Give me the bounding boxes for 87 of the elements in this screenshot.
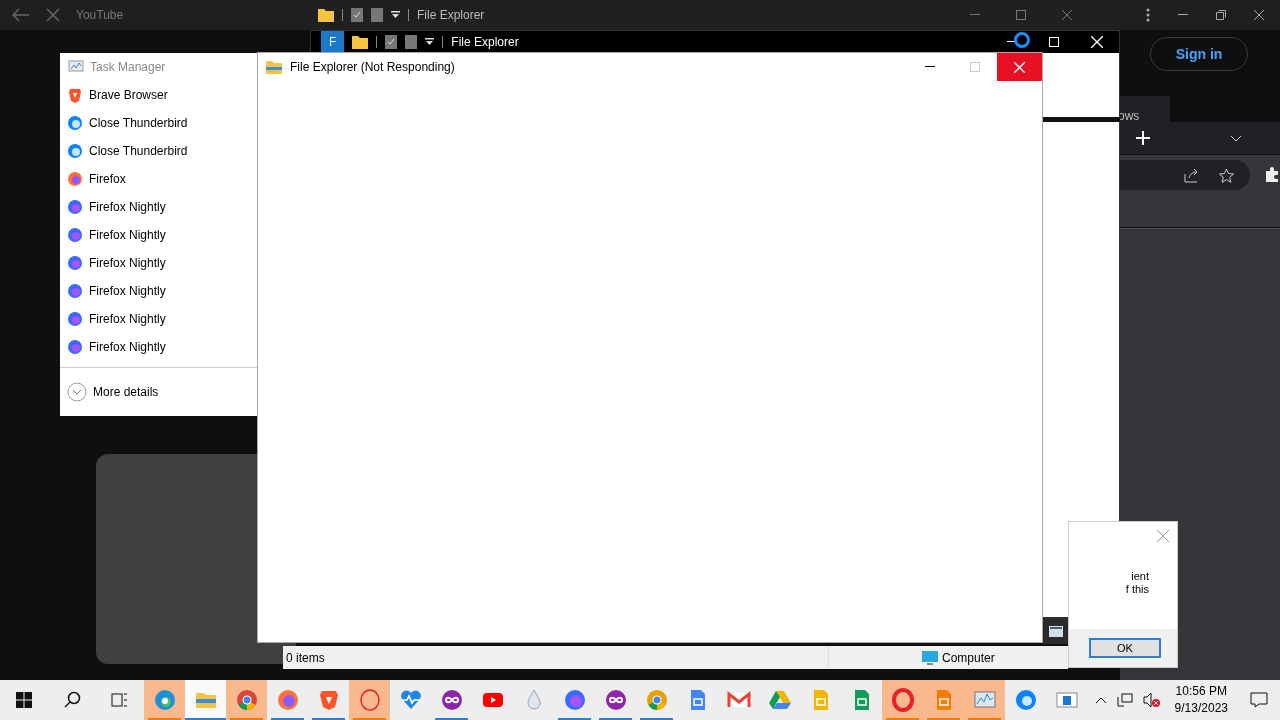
app-icon — [67, 283, 83, 299]
checkbox-icon — [385, 35, 398, 49]
chart-icon — [68, 60, 84, 74]
dropdown-icon — [425, 38, 435, 46]
ribbon-tab[interactable]: F — [321, 31, 345, 53]
dropdown-icon — [391, 11, 400, 19]
more-details-button[interactable]: More details — [67, 382, 159, 402]
tab-title: YouTube — [76, 7, 124, 23]
minimize-icon[interactable] — [1178, 14, 1188, 16]
app-icon — [152, 688, 177, 712]
separator-icon — [408, 9, 409, 21]
network-icon[interactable] — [1116, 693, 1133, 707]
windows-icon — [16, 692, 32, 708]
jump-list-item[interactable]: Firefox Nightly — [60, 221, 257, 249]
app-icon — [67, 115, 83, 131]
restore-icon[interactable] — [1216, 10, 1226, 20]
taskbar-app[interactable] — [349, 680, 390, 720]
close-icon — [1014, 61, 1025, 73]
taskbar-app[interactable] — [882, 680, 923, 720]
app-icon — [67, 255, 83, 271]
browser-icon — [562, 688, 587, 712]
page-icon — [405, 35, 418, 49]
close-button[interactable] — [997, 53, 1042, 81]
page-icon — [371, 8, 383, 22]
jump-list-item[interactable]: Firefox Nightly — [60, 333, 257, 361]
checkbox-icon — [351, 8, 363, 22]
minimize-icon[interactable] — [1007, 41, 1017, 43]
folder-icon — [266, 60, 282, 74]
infinity-icon — [603, 688, 628, 712]
notification-icon[interactable] — [1250, 692, 1268, 708]
jump-list-item[interactable]: Firefox — [60, 165, 257, 193]
muted-speaker-icon[interactable] — [1142, 692, 1161, 708]
browser-icon — [644, 688, 669, 712]
search-icon — [63, 691, 81, 709]
app-icon — [1013, 688, 1038, 712]
task-view-icon — [111, 692, 129, 708]
shield-icon — [67, 87, 83, 103]
app-icon — [67, 227, 83, 243]
chevron-down-icon[interactable] — [1230, 134, 1242, 142]
jump-list-item[interactable]: Firefox Nightly — [60, 277, 257, 305]
app-icon — [67, 339, 83, 355]
minimize-icon — [924, 66, 935, 68]
browser-icon — [275, 688, 300, 712]
separator-icon — [376, 36, 378, 48]
app-icon — [67, 311, 83, 327]
busy-cursor-icon — [1013, 31, 1031, 49]
taskbar-app[interactable] — [185, 680, 226, 720]
jump-list-item[interactable]: Close Thunderbird — [60, 137, 257, 165]
puzzle-icon[interactable] — [1264, 166, 1280, 182]
app-icon — [67, 199, 83, 215]
folder-icon — [318, 8, 334, 22]
dialog-text: ient — [1131, 570, 1149, 583]
infinity-icon — [439, 688, 464, 712]
thumbnail-icon — [1048, 625, 1063, 637]
ring-icon — [357, 688, 382, 712]
jump-list-header: Task Manager — [90, 59, 166, 75]
jump-list-item[interactable]: Firefox Nightly — [60, 305, 257, 333]
browser-icon — [234, 688, 259, 712]
maximize-icon — [969, 62, 980, 72]
folder-icon — [352, 35, 369, 49]
window-title: File Explorer — [417, 7, 485, 23]
window-title: File Explorer (Not Responding) — [290, 59, 455, 75]
share-icon[interactable] — [1184, 167, 1199, 183]
jump-list-item[interactable]: Close Thunderbird — [60, 109, 257, 137]
more-icon[interactable] — [1146, 8, 1150, 22]
jump-list-item[interactable]: Firefox Nightly — [60, 193, 257, 221]
dialog-text: f this — [1125, 583, 1149, 596]
triangle-icon — [767, 688, 792, 712]
clock[interactable]: 10:56 PM 9/13/2023 — [1170, 683, 1232, 717]
app-icon — [67, 171, 83, 187]
new-tab-icon[interactable] — [1136, 131, 1150, 145]
window-title: File Explorer — [451, 34, 519, 50]
jump-list-item[interactable]: Brave Browser — [60, 81, 257, 109]
app-icon — [67, 143, 83, 159]
jump-list-item[interactable]: Firefox Nightly — [60, 249, 257, 277]
separator-icon — [442, 36, 444, 48]
close-icon[interactable] — [1254, 10, 1264, 20]
chevron-down-icon — [67, 382, 87, 402]
computer-icon — [922, 650, 938, 665]
star-icon[interactable] — [1219, 167, 1234, 183]
item-count: 0 items — [285, 649, 326, 666]
back-icon[interactable] — [12, 8, 30, 22]
separator-icon — [342, 9, 343, 21]
location-text: Computer — [942, 649, 995, 666]
ok-button[interactable]: OK — [1089, 638, 1161, 658]
ring-icon — [890, 688, 915, 712]
chevron-up-icon[interactable] — [1094, 696, 1107, 704]
